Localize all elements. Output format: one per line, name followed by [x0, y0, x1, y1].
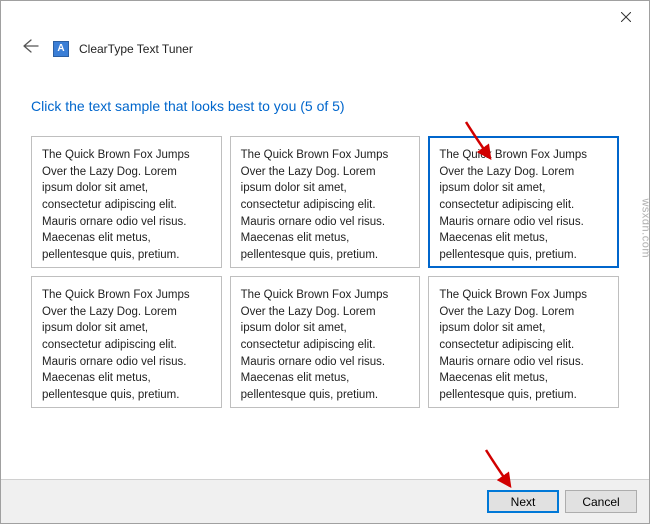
text-sample-3[interactable]: The Quick Brown Fox Jumps Over the Lazy …: [428, 136, 619, 268]
content-area: Click the text sample that looks best to…: [1, 70, 649, 408]
dialog-window: A ClearType Text Tuner Click the text sa…: [0, 0, 650, 524]
window-title: ClearType Text Tuner: [79, 42, 193, 56]
text-sample-4[interactable]: The Quick Brown Fox Jumps Over the Lazy …: [31, 276, 222, 408]
text-sample-1[interactable]: The Quick Brown Fox Jumps Over the Lazy …: [31, 136, 222, 268]
next-button[interactable]: Next: [487, 490, 559, 513]
text-sample-6[interactable]: The Quick Brown Fox Jumps Over the Lazy …: [428, 276, 619, 408]
header: A ClearType Text Tuner: [1, 33, 649, 70]
titlebar: [1, 1, 649, 33]
instruction-text: Click the text sample that looks best to…: [31, 98, 619, 114]
close-button[interactable]: [605, 3, 647, 31]
footer: Next Cancel: [1, 479, 649, 523]
back-button[interactable]: [19, 37, 43, 60]
text-sample-5[interactable]: The Quick Brown Fox Jumps Over the Lazy …: [230, 276, 421, 408]
back-arrow-icon: [23, 39, 39, 53]
watermark-text: wsxdn.com: [640, 198, 650, 258]
sample-grid: The Quick Brown Fox Jumps Over the Lazy …: [31, 136, 619, 408]
text-sample-2[interactable]: The Quick Brown Fox Jumps Over the Lazy …: [230, 136, 421, 268]
cancel-button[interactable]: Cancel: [565, 490, 637, 513]
close-icon: [621, 12, 631, 22]
app-icon: A: [53, 41, 69, 57]
